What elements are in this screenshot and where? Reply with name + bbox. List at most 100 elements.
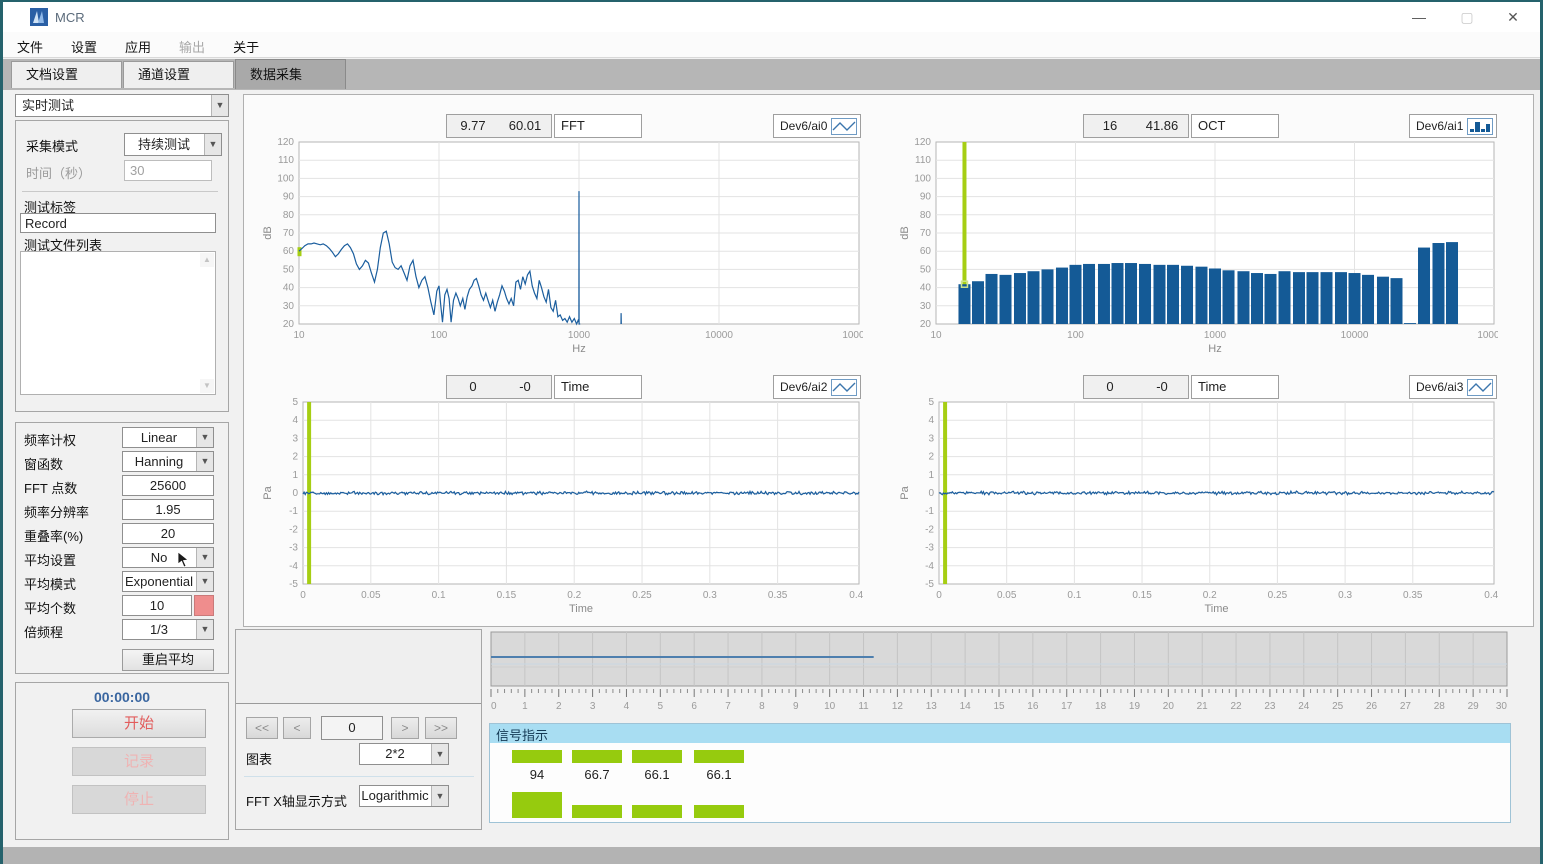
overload-indicator: [194, 595, 214, 616]
chevron-down-icon: ▼: [196, 452, 213, 471]
stop-button[interactable]: 停止: [72, 785, 206, 814]
setting-input-5[interactable]: 20: [122, 523, 214, 544]
menu-item-1[interactable]: 文件: [3, 32, 57, 61]
svg-text:100: 100: [1067, 330, 1084, 341]
bar-chart-icon: [1467, 118, 1493, 135]
svg-text:Time: Time: [569, 603, 593, 614]
menu-item-3[interactable]: 应用: [111, 32, 165, 61]
minimize-button[interactable]: —: [1396, 2, 1442, 32]
setting-select-2[interactable]: Hanning▼: [122, 451, 214, 472]
record-timeline[interactable]: 0123456789101112131415161718192021222324…: [489, 631, 1511, 717]
svg-text:60: 60: [283, 246, 295, 257]
svg-text:4: 4: [292, 415, 298, 426]
svg-text:14: 14: [960, 701, 972, 712]
fft-xaxis-select[interactable]: Logarithmic ▼: [359, 785, 449, 807]
svg-text:90: 90: [920, 192, 932, 203]
start-button[interactable]: 开始: [72, 709, 206, 738]
analysis-settings-panel: 重启平均 频率计权Linear▼窗函数Hanning▼FFT 点数25600频率…: [15, 422, 229, 674]
chevron-down-icon: ▼: [196, 548, 213, 567]
svg-text:2: 2: [292, 452, 298, 463]
measure-mode-select[interactable]: 实时测试 ▼: [15, 94, 229, 117]
svg-text:100: 100: [277, 173, 294, 184]
svg-text:1: 1: [928, 470, 934, 481]
scroll-up-icon[interactable]: ▲: [200, 253, 214, 267]
time-sec-input[interactable]: 30: [124, 160, 212, 181]
setting-select-1[interactable]: Linear▼: [122, 427, 214, 448]
menu-item-5[interactable]: 关于: [219, 32, 273, 61]
pager-prev-button[interactable]: <: [283, 717, 311, 739]
svg-text:19: 19: [1129, 701, 1141, 712]
title-bar: MCR — ▢ ✕: [3, 2, 1540, 32]
svg-text:26: 26: [1366, 701, 1378, 712]
svg-text:16: 16: [1027, 701, 1039, 712]
setting-input-3[interactable]: 25600: [122, 475, 214, 496]
line-chart-icon: [1467, 379, 1493, 396]
maximize-button[interactable]: ▢: [1444, 2, 1490, 32]
setting-select-7[interactable]: Exponential▼: [122, 571, 214, 592]
signal-level-bar: [632, 750, 682, 763]
close-button[interactable]: ✕: [1490, 2, 1536, 32]
tab-3[interactable]: 数据采集: [235, 59, 346, 89]
time-chart-ai2[interactable]: -5-4-3-2-101234500.050.10.150.20.250.30.…: [259, 398, 863, 614]
chart-3-type-box[interactable]: Time: [554, 375, 642, 399]
svg-text:70: 70: [283, 228, 295, 239]
setting-select-6[interactable]: No▼: [122, 547, 214, 568]
chart-1-channel-box[interactable]: Dev6/ai0: [773, 114, 861, 138]
menu-item-2[interactable]: 设置: [57, 32, 111, 61]
svg-text:0.25: 0.25: [1268, 590, 1288, 601]
svg-text:110: 110: [278, 155, 294, 166]
setting-select-9[interactable]: 1/3▼: [122, 619, 214, 640]
pager-first-button[interactable]: <<: [246, 717, 278, 739]
chart-4-channel-box[interactable]: Dev6/ai3: [1409, 375, 1497, 399]
svg-text:0.2: 0.2: [567, 590, 581, 601]
svg-text:0.15: 0.15: [497, 590, 517, 601]
svg-text:3: 3: [292, 433, 298, 444]
svg-text:80: 80: [283, 210, 295, 221]
svg-text:5: 5: [292, 398, 298, 408]
setting-label-1: 频率计权: [24, 430, 76, 449]
pager-page-input[interactable]: 0: [321, 716, 383, 740]
svg-text:1000: 1000: [1204, 330, 1227, 341]
svg-text:20: 20: [920, 319, 932, 330]
test-label-input[interactable]: Record: [20, 213, 216, 233]
signal-level-value: 94: [507, 767, 567, 782]
test-file-listbox[interactable]: ▲ ▼: [20, 251, 216, 395]
setting-input-4[interactable]: 1.95: [122, 499, 214, 520]
tab-2[interactable]: 通道设置: [123, 61, 234, 88]
svg-text:60: 60: [920, 246, 932, 257]
svg-text:0.35: 0.35: [1403, 590, 1423, 601]
restart-average-button[interactable]: 重启平均: [122, 649, 214, 671]
svg-text:90: 90: [283, 192, 295, 203]
pager-last-button[interactable]: >>: [425, 717, 457, 739]
svg-text:0: 0: [292, 488, 298, 499]
svg-text:22: 22: [1231, 701, 1243, 712]
svg-text:0.2: 0.2: [1203, 590, 1217, 601]
svg-text:11: 11: [858, 701, 869, 712]
svg-text:29: 29: [1468, 701, 1480, 712]
acq-mode-select[interactable]: 持续测试 ▼: [124, 133, 222, 156]
scroll-down-icon[interactable]: ▼: [200, 379, 214, 393]
setting-label-3: FFT 点数: [24, 478, 77, 497]
svg-text:5: 5: [658, 701, 664, 712]
svg-text:0.3: 0.3: [703, 590, 717, 601]
chart-2-channel-box[interactable]: Dev6/ai1: [1409, 114, 1497, 138]
chart-4-type-box[interactable]: Time: [1191, 375, 1279, 399]
menu-item-4[interactable]: 输出: [165, 32, 219, 61]
svg-text:27: 27: [1400, 701, 1412, 712]
chart-1-type-box[interactable]: FFT: [554, 114, 642, 138]
svg-text:50: 50: [283, 264, 295, 275]
display-control-panel: << < 0 > >> 图表 2*2 ▼ FFT X轴显示方式 Logarith…: [235, 629, 482, 830]
chart-2-type-box[interactable]: OCT: [1191, 114, 1279, 138]
chart-3-channel-box[interactable]: Dev6/ai2: [773, 375, 861, 399]
svg-text:Pa: Pa: [899, 485, 911, 499]
pager-next-button[interactable]: >: [391, 717, 419, 739]
record-button[interactable]: 记录: [72, 747, 206, 776]
fft-chart[interactable]: 2030405060708090100110120101001000100001…: [259, 138, 863, 356]
oct-chart[interactable]: 2030405060708090100110120101001000100001…: [896, 138, 1498, 356]
tab-1[interactable]: 文档设置: [11, 61, 122, 88]
svg-text:1: 1: [292, 470, 298, 481]
chart-layout-select[interactable]: 2*2 ▼: [359, 743, 449, 765]
time-chart-ai3[interactable]: -5-4-3-2-101234500.050.10.150.20.250.30.…: [896, 398, 1498, 614]
svg-text:18: 18: [1095, 701, 1107, 712]
setting-input-8[interactable]: 10: [122, 595, 192, 616]
